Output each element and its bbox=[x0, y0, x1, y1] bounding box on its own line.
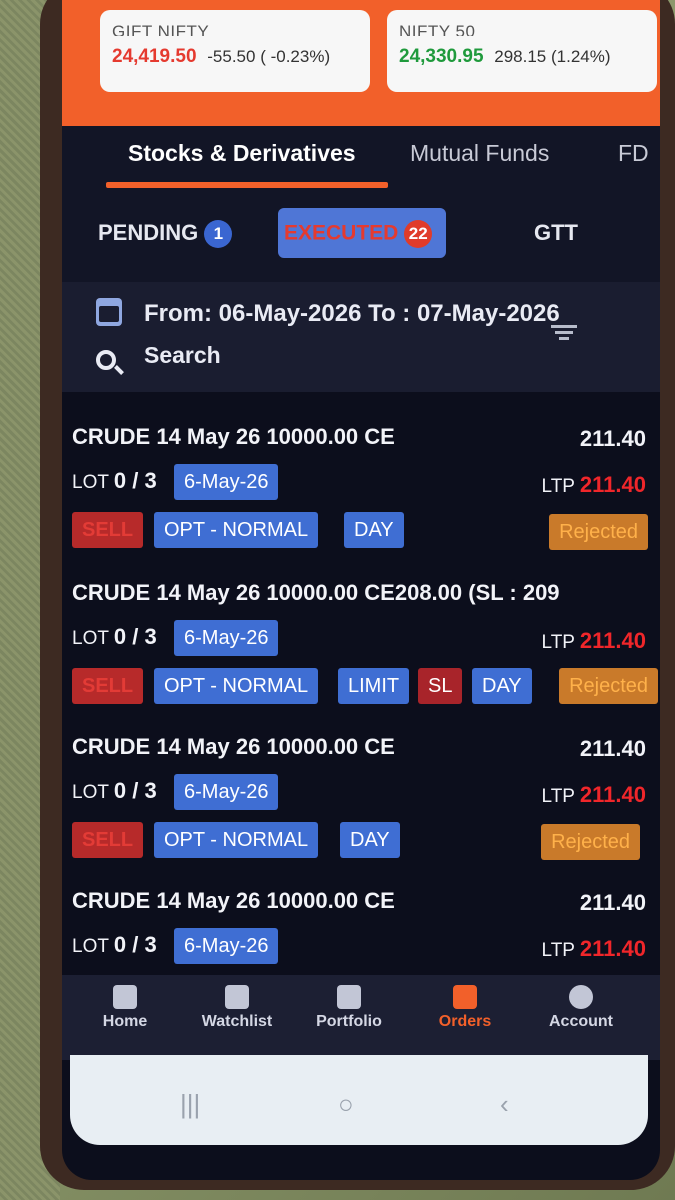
order-row[interactable]: CRUDE 14 May 26 10000.00 CE 211.40 LOT 0… bbox=[62, 720, 660, 872]
main-tabs: Stocks & Derivatives Mutual Funds FD bbox=[62, 126, 660, 192]
recent-apps-icon[interactable]: ||| bbox=[180, 1089, 200, 1120]
index-value: 24,419.50 bbox=[112, 46, 197, 67]
date-filter-panel: From: 06-May-2026 To : 07-May-2026 Searc… bbox=[62, 282, 660, 392]
order-instrument: CRUDE 14 May 26 10000.00 CE bbox=[72, 888, 395, 913]
order-instrument: CRUDE 14 May 26 10000.00 CE bbox=[72, 734, 395, 759]
product-chip: OPT - NORMAL bbox=[154, 822, 319, 858]
briefcase-icon bbox=[337, 985, 361, 1009]
back-icon[interactable]: ‹ bbox=[500, 1089, 509, 1120]
date-range[interactable]: From: 06-May-2026 To : 07-May-2026 bbox=[144, 300, 560, 328]
order-lot: LOT 0 / 3 bbox=[72, 468, 157, 493]
status-badge: Rejected bbox=[559, 668, 658, 704]
order-date-chip: 6-May-26 bbox=[174, 620, 279, 656]
gift-nifty-card[interactable]: GIFT NIFTY 24,419.50 -55.50 ( -0.23%) bbox=[100, 10, 370, 92]
order-lot: LOT 0 / 3 bbox=[72, 778, 157, 803]
tab-executed[interactable]: EXECUTED 22 bbox=[278, 208, 446, 258]
index-name: GIFT NIFTY bbox=[112, 22, 210, 36]
tab-pending[interactable]: PENDING 1 bbox=[98, 220, 233, 249]
order-date-chip: 6-May-26 bbox=[174, 464, 279, 500]
index-name: NIFTY 50 bbox=[399, 22, 476, 36]
calendar-icon[interactable] bbox=[96, 298, 122, 326]
order-price: 211.40 bbox=[579, 890, 646, 915]
order-instrument: CRUDE 14 May 26 10000.00 CE208.00 (SL : … bbox=[72, 580, 560, 605]
nav-orders[interactable]: Orders bbox=[410, 985, 520, 1031]
status-badge: Rejected bbox=[549, 514, 648, 550]
order-status-tabs: PENDING 1 EXECUTED 22 GTT bbox=[62, 192, 660, 282]
nav-home[interactable]: Home bbox=[70, 985, 180, 1031]
order-row[interactable]: CRUDE 14 May 26 10000.00 CE 211.40 LOT 0… bbox=[62, 410, 660, 562]
validity-chip: DAY bbox=[472, 668, 532, 704]
product-chip: OPT - NORMAL bbox=[154, 668, 319, 704]
search-icon[interactable] bbox=[96, 350, 116, 370]
tab-pending-label: PENDING bbox=[98, 220, 199, 245]
pending-count-badge: 1 bbox=[204, 220, 233, 249]
tab-gtt[interactable]: GTT bbox=[534, 220, 578, 246]
order-lot: LOT 0 / 3 bbox=[72, 932, 157, 957]
order-row[interactable]: CRUDE 14 May 26 10000.00 CE208.00 (SL : … bbox=[62, 566, 660, 718]
side-sell-chip: SELL bbox=[72, 822, 144, 858]
search-input[interactable]: Search bbox=[144, 342, 221, 369]
executed-count-badge: 22 bbox=[404, 220, 433, 248]
active-tab-indicator bbox=[106, 182, 388, 188]
order-price: 211.40 bbox=[579, 426, 646, 451]
orders-icon bbox=[453, 985, 477, 1009]
nav-portfolio[interactable]: Portfolio bbox=[294, 985, 404, 1031]
order-type-chip: LIMIT bbox=[338, 668, 410, 704]
ltp: LTP 211.40 bbox=[541, 628, 646, 653]
bottom-navigation: Home Watchlist Portfolio Orders Account bbox=[62, 975, 660, 1060]
order-date-chip: 6-May-26 bbox=[174, 928, 279, 964]
order-row[interactable]: CRUDE 14 May 26 10000.00 CE 211.40 LOT 0… bbox=[62, 874, 660, 970]
nav-watchlist[interactable]: Watchlist bbox=[182, 985, 292, 1031]
app-screen: GIFT NIFTY 24,419.50 -55.50 ( -0.23%) NI… bbox=[62, 0, 660, 1180]
tab-executed-label: EXECUTED bbox=[284, 221, 399, 245]
market-header: GIFT NIFTY 24,419.50 -55.50 ( -0.23%) NI… bbox=[62, 0, 660, 126]
validity-chip: DAY bbox=[340, 822, 400, 858]
account-icon bbox=[569, 985, 593, 1009]
order-price: 211.40 bbox=[579, 736, 646, 761]
index-change: 298.15 (1.24%) bbox=[494, 47, 611, 66]
side-sell-chip: SELL bbox=[72, 512, 144, 548]
filter-icon[interactable] bbox=[550, 322, 578, 346]
product-chip: OPT - NORMAL bbox=[154, 512, 319, 548]
sl-chip: SL bbox=[418, 668, 463, 704]
status-badge: Rejected bbox=[541, 824, 640, 860]
system-navigation-bar: ||| ○ ‹ bbox=[70, 1055, 648, 1145]
index-change: -55.50 ( -0.23%) bbox=[207, 47, 331, 66]
validity-chip: DAY bbox=[344, 512, 404, 548]
index-value: 24,330.95 bbox=[399, 46, 484, 67]
tab-stocks-derivatives[interactable]: Stocks & Derivatives bbox=[128, 140, 356, 167]
order-lot: LOT 0 / 3 bbox=[72, 624, 157, 649]
side-sell-chip: SELL bbox=[72, 668, 144, 704]
nifty-50-card[interactable]: NIFTY 50 24,330.95 298.15 (1.24%) bbox=[387, 10, 657, 92]
tab-fd[interactable]: FD bbox=[618, 140, 649, 167]
order-date-chip: 6-May-26 bbox=[174, 774, 279, 810]
ltp: LTP 211.40 bbox=[541, 936, 646, 961]
ltp: LTP 211.40 bbox=[541, 782, 646, 807]
ltp: LTP 211.40 bbox=[541, 472, 646, 497]
tab-mutual-funds[interactable]: Mutual Funds bbox=[410, 140, 549, 167]
home-icon bbox=[113, 985, 137, 1009]
home-circle-icon[interactable]: ○ bbox=[338, 1089, 354, 1120]
orders-list: CRUDE 14 May 26 10000.00 CE 211.40 LOT 0… bbox=[62, 410, 660, 970]
order-instrument: CRUDE 14 May 26 10000.00 CE bbox=[72, 424, 395, 449]
watchlist-icon bbox=[225, 985, 249, 1009]
nav-account[interactable]: Account bbox=[526, 985, 636, 1031]
